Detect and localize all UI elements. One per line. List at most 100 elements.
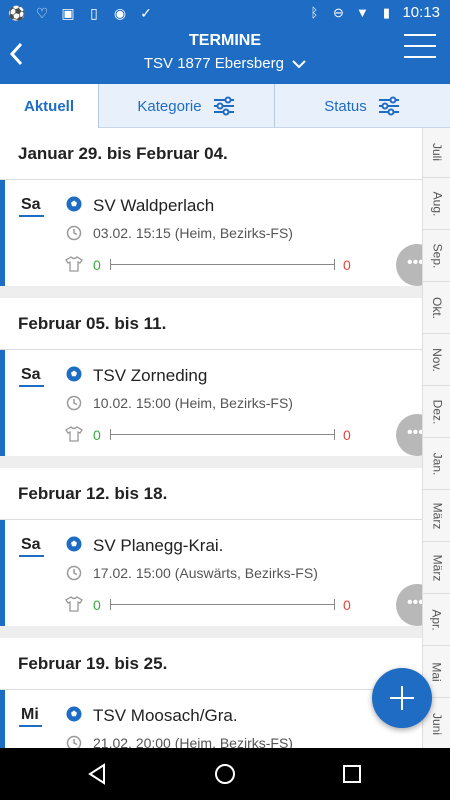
ellipsis-icon: ••• [407,424,422,441]
score-bar [110,429,335,440]
week-heading: Januar 29. bis Februar 04. [0,128,422,180]
weekday-label: Sa [19,196,44,217]
month-item[interactable]: Okt. [423,282,450,334]
tab-label: Status [324,97,367,115]
opponent-name: TSV Moosach/Gra. [93,706,238,725]
match-info: 17.02. 15:00 (Auswärts, Bezirks-FS) [93,565,318,581]
team-name: TSV 1877 Ebersberg [143,55,284,72]
tab-status[interactable]: Status [275,84,450,128]
month-label: Juni [429,712,444,735]
sliders-icon [213,96,234,116]
hamburger-line [404,56,436,58]
add-event-button[interactable] [372,668,432,728]
tab-aktuell[interactable]: Aktuell [0,84,99,128]
weekday-label: Sa [19,536,44,557]
match-card[interactable]: Sa TSV Zorneding 10.02. 15:00 (Heim, Bez… [0,350,422,456]
nav-home-icon[interactable] [213,762,237,786]
month-item[interactable]: Dez. [423,386,450,438]
more-options-button[interactable]: ••• [396,244,422,286]
status-bar: ⚽ ♡ ▣ ▯ ◉ ✓ ᛒ ⊖ ▼ ▮ 10:13 [0,0,450,28]
more-options-button[interactable]: ••• [396,414,422,456]
heart-icon: ♡ [35,5,49,21]
team-selector[interactable]: TSV 1877 Ebersberg [0,55,450,72]
soccer-ball-icon [66,536,82,552]
circle-icon: ◉ [113,5,127,21]
match-card[interactable]: Sa SV Planegg-Krai. 17.02. 15:00 (Auswär… [0,520,422,626]
match-list[interactable]: Januar 29. bis Februar 04. Sa SV Waldper… [0,128,422,748]
sliders-icon [378,96,399,116]
month-label: Dez. [430,399,444,424]
month-label: Okt. [429,296,444,319]
match-info: 10.02. 15:00 (Heim, Bezirks-FS) [93,395,293,411]
soccer-ball-icon [66,706,82,722]
hamburger-line [404,45,436,47]
tab-label: Kategorie [137,97,202,115]
weekday-label: Sa [19,366,44,387]
clock-icon [66,225,82,241]
filter-tabs: Aktuell Kategorie Status [0,84,450,128]
month-label: März [429,554,444,581]
notification-icons: ⚽ ♡ ▣ ▯ ◉ ✓ [8,5,154,21]
month-item[interactable]: Nov. [423,334,450,386]
month-scroller[interactable]: Juli Aug. Sep. Okt. Nov. Dez. Jan. März März Apr.… [422,126,450,750]
score-away: 0 [343,597,351,613]
month-item[interactable]: Sep. [423,230,450,282]
page-title: TERMINE [189,32,261,49]
month-label: Mai [430,661,444,682]
more-options-button[interactable]: ••• [396,584,422,626]
bluetooth-icon: ᛒ [310,4,319,20]
month-label: Nov. [429,347,444,372]
jersey-icon [65,426,83,442]
check-icon: ✓ [140,5,152,21]
wifi-icon: ▼ [356,4,369,20]
system-icons: ᛒ ⊖ ▼ ▮ 10:13 [306,4,440,21]
month-label: Juli [429,142,444,161]
month-label: Aug. [430,191,444,216]
week-heading: Februar 19. bis 25. [0,638,422,690]
week-heading: Februar 05. bis 11. [0,298,422,350]
phone-icon: ▯ [90,5,98,21]
match-card[interactable]: Mi TSV Moosach/Gra. 21.02. 20:00 (Heim, … [0,690,422,748]
jersey-icon [65,596,83,612]
week-heading: Februar 12. bis 18. [0,468,422,520]
divider [0,626,422,638]
weekday-label: Mi [19,706,42,727]
tab-kategorie[interactable]: Kategorie [99,84,275,128]
month-item[interactable]: März [423,542,450,594]
opponent-name: SV Waldperlach [93,196,215,215]
divider [0,286,422,298]
score-away: 0 [343,257,351,273]
menu-button[interactable] [404,34,436,60]
opponent-name: TSV Zorneding [93,366,208,385]
month-item[interactable]: Jan. [423,438,450,490]
score-home: 0 [93,257,101,273]
ellipsis-icon: ••• [407,594,422,611]
system-nav-bar [0,748,450,800]
score-home: 0 [93,597,101,613]
match-card[interactable]: Sa SV Waldperlach 03.02. 15:15 (Heim, Be… [0,180,422,286]
chevron-down-icon [292,60,306,69]
ellipsis-icon: ••• [407,254,422,271]
soccer-icon: ⚽ [8,5,26,21]
month-label: Apr. [429,608,444,631]
month-item[interactable]: Aug. [423,178,450,230]
jersey-icon [65,256,83,272]
month-item[interactable]: Apr. [423,594,450,646]
divider [0,456,422,468]
score-away: 0 [343,427,351,443]
dnd-icon: ⊖ [333,4,344,20]
clock-time: 10:13 [402,4,440,21]
app-header: TERMINE TSV 1877 Ebersberg [0,28,450,84]
score-bar [110,599,335,610]
nav-back-icon[interactable] [86,762,110,786]
month-label: Sep. [430,243,444,268]
match-info: 03.02. 15:15 (Heim, Bezirks-FS) [93,225,293,241]
month-item[interactable]: März [423,490,450,542]
clock-icon [66,395,82,411]
nav-recents-icon[interactable] [340,762,364,786]
opponent-name: SV Planegg-Krai. [93,536,224,555]
hamburger-icon [404,34,436,36]
month-label: März [429,502,444,529]
clock-icon [66,565,82,581]
month-item[interactable]: Juli [423,126,450,178]
